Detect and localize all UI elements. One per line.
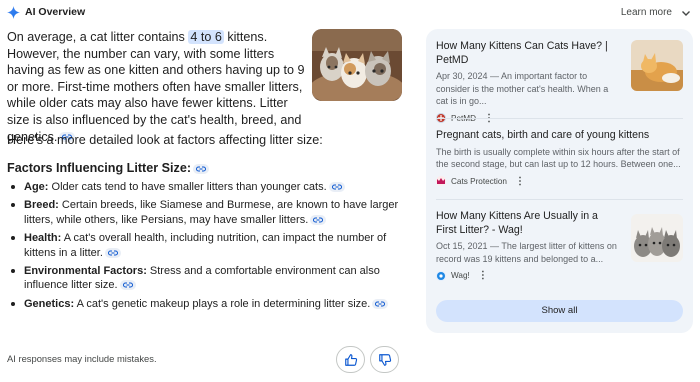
- factor-term: Health:: [24, 231, 62, 244]
- link-icon: [122, 282, 133, 288]
- divider: [436, 199, 683, 200]
- source-link-chip[interactable]: [328, 182, 345, 193]
- link-icon: [196, 166, 207, 172]
- factor-term: Genetics:: [24, 297, 75, 310]
- factor-text: A cat's overall health, including nutrit…: [24, 231, 387, 259]
- link-icon: [375, 301, 386, 307]
- thumbs-up-icon: [345, 354, 358, 366]
- source-link-chip[interactable]: [372, 298, 389, 309]
- source-site-name: Cats Protection: [451, 176, 507, 186]
- source-site: Cats Protection ⋮: [436, 176, 686, 187]
- factor-term: Breed:: [24, 199, 59, 212]
- factor-term: Environmental Factors:: [24, 264, 147, 277]
- source-title[interactable]: How Many Kittens Are Usually in a First …: [436, 210, 616, 237]
- link-icon: [107, 250, 118, 256]
- factors-heading: Factors Influencing Litter Size:: [7, 161, 210, 175]
- source-link-chip[interactable]: [104, 247, 121, 258]
- list-item: Age: Older cats tend to have smaller lit…: [7, 180, 407, 195]
- thumbs-down-button[interactable]: [370, 346, 399, 373]
- thumbs-up-button[interactable]: [336, 346, 365, 373]
- ai-overview-title: AI Overview: [25, 6, 86, 18]
- source-snippet: Oct 15, 2021 — The largest litter of kit…: [436, 241, 617, 264]
- ai-disclaimer: AI responses may include mistakes.: [7, 353, 157, 364]
- learn-more-link[interactable]: Learn more: [621, 7, 672, 18]
- source-link-chip[interactable]: [193, 163, 210, 174]
- intro-text-rest: kittens. However, the number can vary, w…: [7, 30, 305, 144]
- cats-protection-favicon: [436, 176, 446, 186]
- link-icon: [331, 184, 342, 190]
- source-site: Wag! ⋮: [436, 270, 686, 281]
- source-title[interactable]: Pregnant cats, birth and care of young k…: [436, 129, 686, 143]
- source-link-chip[interactable]: [310, 214, 327, 225]
- ai-overview-header: AI Overview Learn more: [0, 0, 700, 26]
- list-item: Environmental Factors: Stress and a comf…: [7, 264, 407, 293]
- list-item: Breed: Certain breeds, like Siamese and …: [7, 198, 407, 227]
- wag-thumbnail[interactable]: [631, 214, 683, 262]
- more-options-icon[interactable]: ⋮: [478, 270, 488, 281]
- factors-heading-text: Factors Influencing Litter Size:: [7, 161, 192, 175]
- source-card-cats-protection[interactable]: Pregnant cats, birth and care of young k…: [436, 129, 686, 187]
- factor-text: Certain breeds, like Siamese and Burmese…: [24, 199, 399, 226]
- link-icon: [313, 217, 324, 223]
- factor-text: Older cats tend to have smaller litters …: [48, 181, 327, 193]
- petmd-thumbnail[interactable]: [631, 40, 683, 91]
- kittens-image[interactable]: [312, 29, 402, 101]
- chevron-down-icon[interactable]: [680, 7, 692, 19]
- highlighted-answer: 4 to 6: [188, 30, 224, 44]
- source-snippet: The birth is usually complete within six…: [436, 146, 681, 170]
- thumbs-down-icon: [379, 354, 392, 366]
- intro-text-start: On average, a cat litter contains: [7, 30, 189, 44]
- ai-answer: On average, a cat litter contains 4 to 6…: [7, 29, 407, 310]
- detail-intro-text: Here's a more detailed look at factors a…: [7, 133, 323, 147]
- source-site-name: Wag!: [451, 271, 470, 280]
- factor-term: Age:: [24, 181, 49, 193]
- list-item: Health: A cat's overall health, includin…: [7, 231, 407, 260]
- wag-favicon: [436, 270, 446, 281]
- more-options-icon[interactable]: ⋮: [515, 176, 525, 187]
- show-all-button[interactable]: Show all: [436, 300, 683, 322]
- sources-panel: How Many Kittens Can Cats Have? | PetMD …: [426, 29, 693, 333]
- factor-text: A cat's genetic makeup plays a role in d…: [74, 297, 371, 310]
- factors-list: Age: Older cats tend to have smaller lit…: [7, 180, 407, 315]
- source-title[interactable]: How Many Kittens Can Cats Have? | PetMD: [436, 40, 616, 67]
- list-item: Genetics: A cat's genetic makeup plays a…: [7, 297, 407, 312]
- divider: [436, 118, 683, 119]
- source-link-chip[interactable]: [119, 280, 136, 291]
- source-snippet: Apr 30, 2024 — An important factor to co…: [436, 71, 609, 106]
- gemini-sparkle-icon: [7, 6, 20, 19]
- intro-paragraph: On average, a cat litter contains 4 to 6…: [7, 29, 307, 145]
